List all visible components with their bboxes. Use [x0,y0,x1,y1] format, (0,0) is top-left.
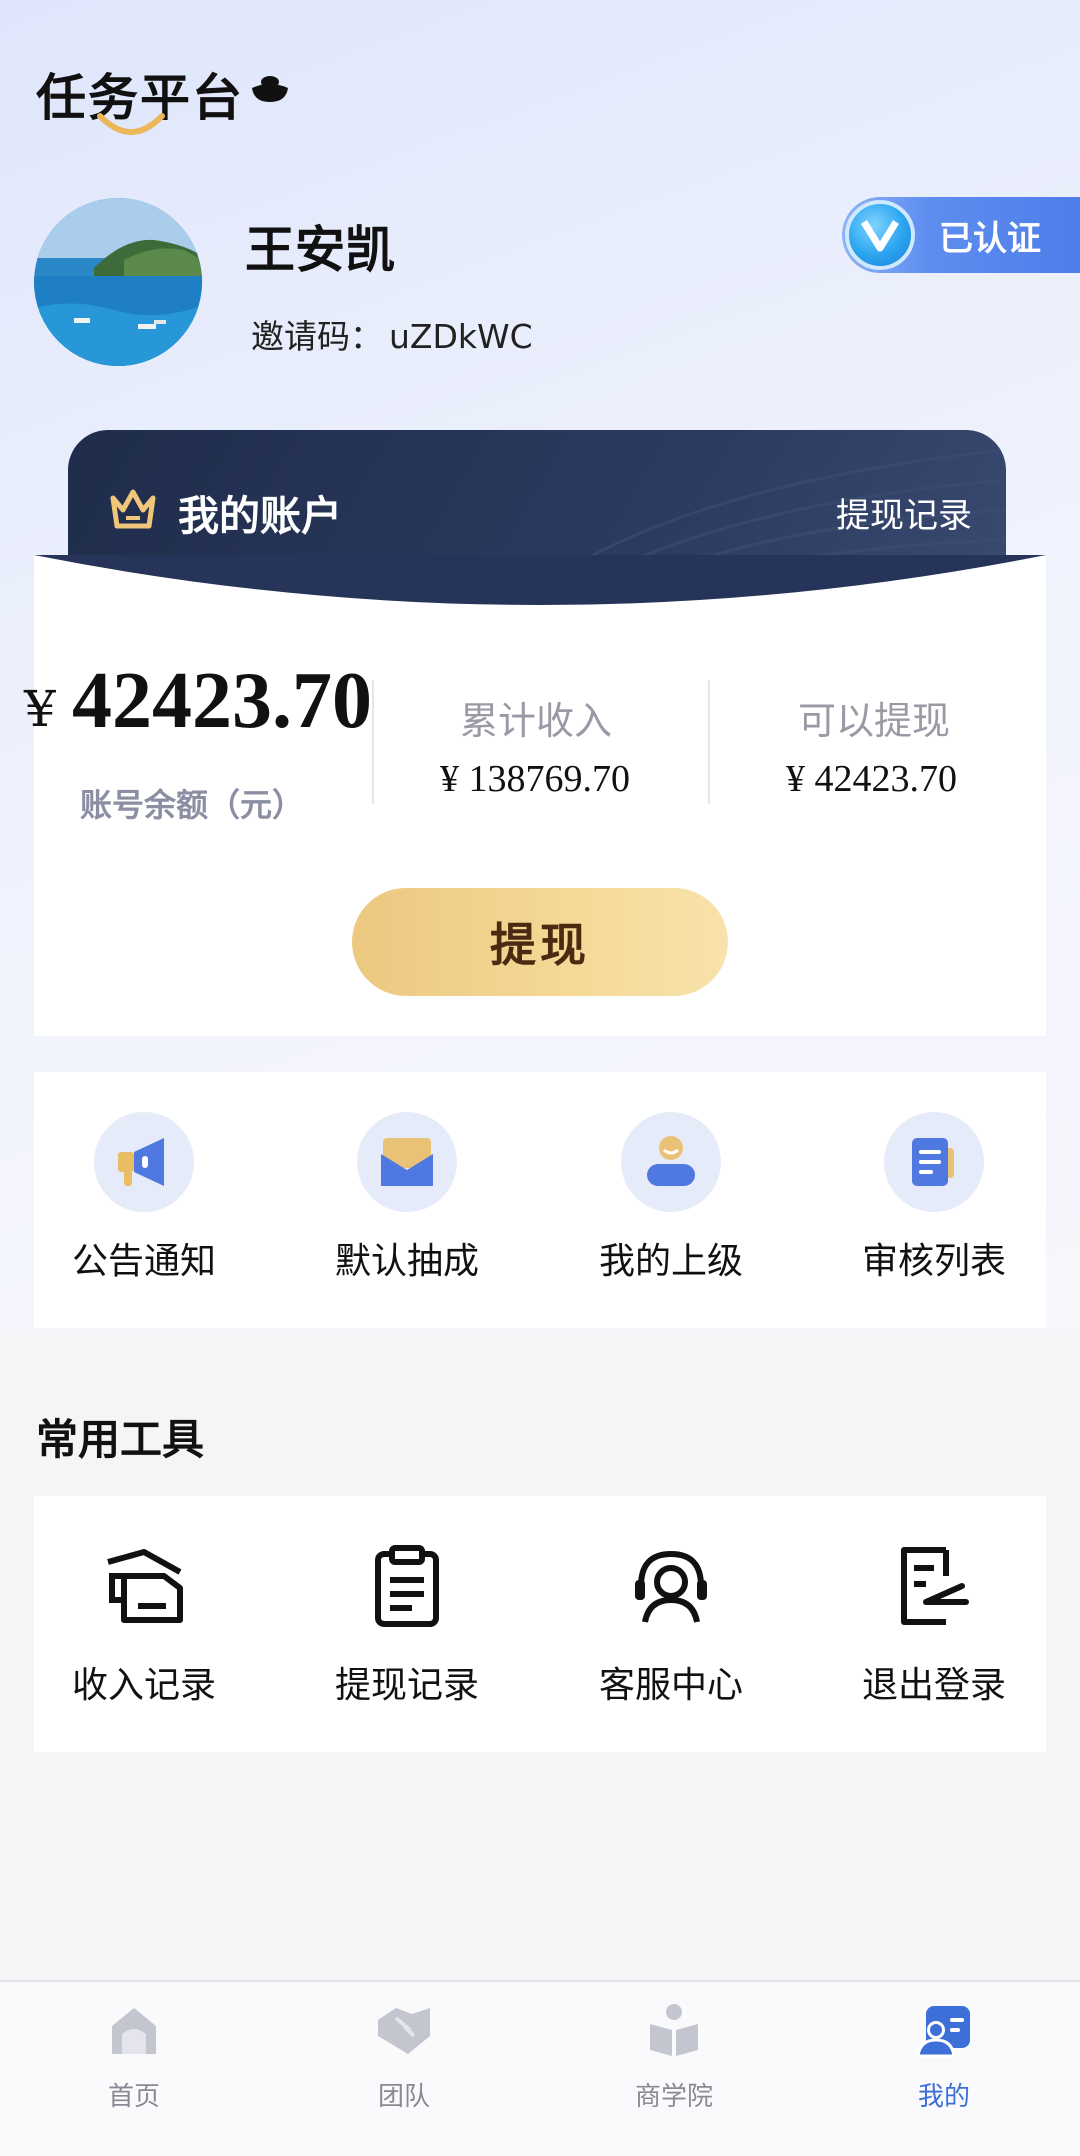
bottom-nav: 首页 团队 商学院 我的 [0,1980,1080,2156]
app-logo: 任务平台 [36,58,288,148]
logo-smile-icon [97,113,165,135]
verified-badge[interactable]: 已认证 [842,197,1080,273]
feature-announcement[interactable]: 公告通知 [44,1112,244,1284]
withdraw-record-link[interactable]: 提现记录 [836,488,972,537]
nav-label: 首页 [107,2082,160,2112]
book-reader-icon [650,2004,698,2056]
invite-label: 邀请码： [251,317,383,356]
envelope-icon [357,1112,457,1212]
tool-label: 客服中心 [598,1665,743,1706]
avatar-ocean-photo [34,198,202,366]
feature-my-superior[interactable]: 我的上级 [571,1112,771,1284]
megaphone-icon [94,1112,194,1212]
feature-label: 审核列表 [861,1241,1006,1282]
stat-divider [372,680,374,804]
document-list-icon [884,1112,984,1212]
tool-label: 提现记录 [334,1665,479,1706]
tools-section-title: 常用工具 [36,1415,205,1464]
withdrawable-value: ¥ 42423.70 [786,758,957,800]
card-curve [34,555,1046,615]
feature-label: 公告通知 [71,1241,216,1282]
user-name: 王安凯 [245,221,395,279]
invite-code[interactable]: uZDkWC [389,317,533,356]
nav-label: 团队 [377,2082,430,2112]
tool-customer-service[interactable]: 客服中心 [571,1536,771,1708]
invite-code-row: 邀请码： uZDkWC [245,310,533,358]
feature-label: 默认抽成 [334,1241,479,1282]
tool-withdraw-record[interactable]: 提现记录 [307,1536,507,1708]
feature-default-commission[interactable]: 默认抽成 [307,1112,507,1284]
feature-review-list[interactable]: 审核列表 [834,1112,1034,1284]
income-record-icon [94,1536,194,1636]
avatar[interactable] [34,198,202,366]
total-income-value: ¥ 138769.70 [440,758,630,800]
stat-divider [708,680,710,804]
tool-logout[interactable]: 退出登录 [834,1536,1034,1708]
handshake-icon [378,2008,430,2054]
nav-team[interactable]: 团队 [304,2000,504,2113]
nav-home[interactable]: 首页 [34,2000,234,2113]
tool-label: 收入记录 [71,1665,216,1706]
home-icon [112,2008,156,2054]
verified-v-icon [845,200,915,270]
balance-label: 账号余额（元） [80,786,305,824]
gold-ingot-icon [252,76,288,102]
balance-currency: ¥ [24,680,56,738]
tool-label: 退出登录 [861,1665,1006,1706]
feature-label: 我的上级 [598,1241,743,1282]
nav-label: 我的 [917,2082,970,2112]
withdrawable-label: 可以提现 [798,699,951,743]
balance-amount: 42423.70 [72,657,372,745]
crown-icon [110,489,156,529]
account-title: 我的账户 [178,492,342,540]
headset-icon [621,1536,721,1636]
verified-label: 已认证 [939,218,1041,259]
nav-academy[interactable]: 商学院 [574,2000,774,2113]
nav-label: 商学院 [634,2082,713,2112]
nav-mine[interactable]: 我的 [844,2000,1044,2113]
profile-card-icon [916,2006,970,2058]
superior-user-icon [621,1112,721,1212]
tool-income-record[interactable]: 收入记录 [44,1536,244,1708]
withdraw-button[interactable]: 提现 [352,888,728,996]
total-income-label: 累计收入 [460,699,613,743]
clipboard-icon [357,1536,457,1636]
logout-doc-icon [884,1536,984,1636]
